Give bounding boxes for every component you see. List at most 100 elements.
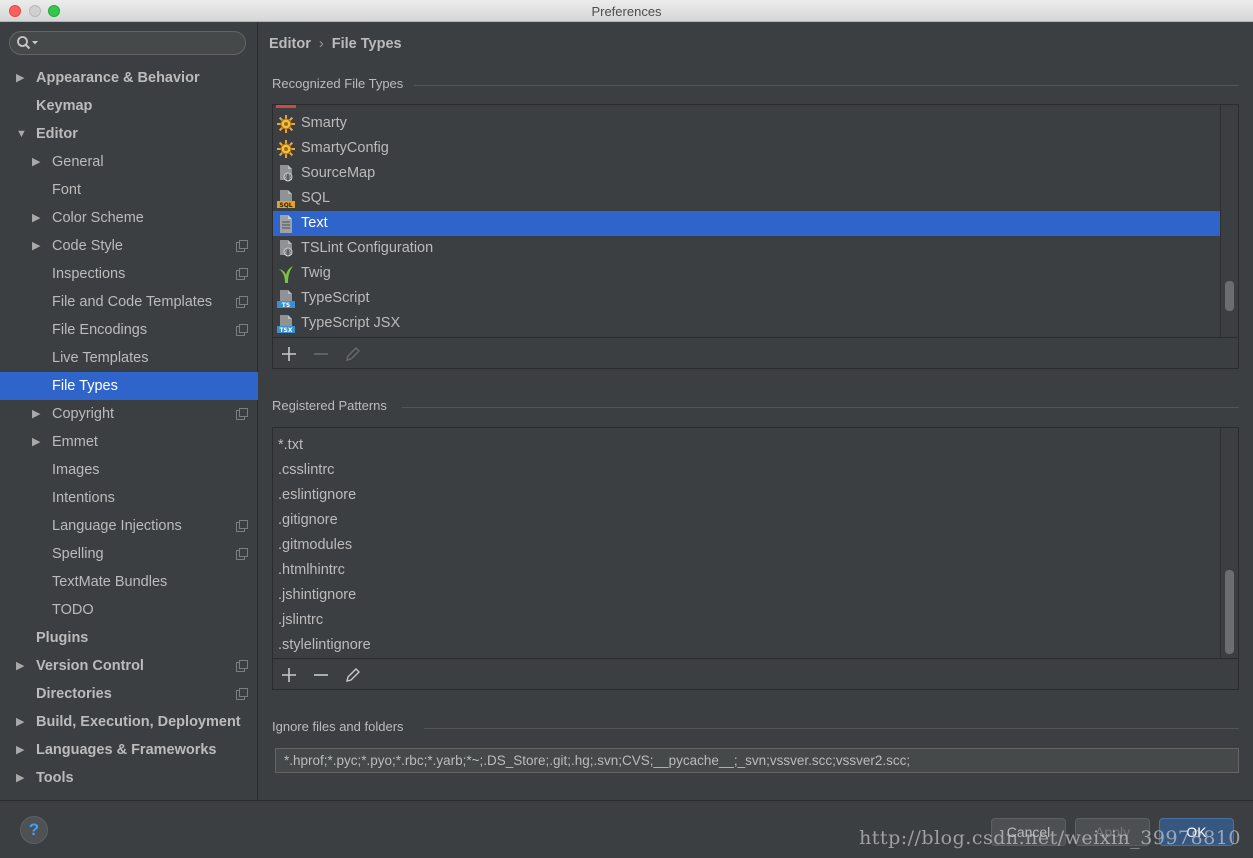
- sidebar-item-font[interactable]: Font: [0, 176, 258, 204]
- sidebar-item-images[interactable]: Images: [0, 456, 258, 484]
- sidebar-item-spelling[interactable]: Spelling: [0, 540, 258, 568]
- project-scope-icon: [236, 688, 248, 700]
- chevron-right-icon[interactable]: ▶: [32, 428, 44, 456]
- pattern-row[interactable]: .jshintignore: [273, 583, 1221, 608]
- sidebar-item-file-encodings[interactable]: File Encodings: [0, 316, 258, 344]
- pattern-row[interactable]: .gitmodules: [273, 533, 1221, 558]
- sidebar-item-appearance-behavior[interactable]: ▶ Appearance & Behavior: [0, 64, 258, 92]
- file-type-row[interactable]: Twig: [273, 261, 1221, 286]
- file-type-row[interactable]: SQL SQL: [273, 186, 1221, 211]
- breadcrumb-parent[interactable]: Editor: [269, 36, 311, 52]
- sidebar-item-textmate-bundles[interactable]: TextMate Bundles: [0, 568, 258, 596]
- chevron-right-icon[interactable]: ▶: [32, 400, 44, 428]
- sidebar-item-general[interactable]: ▶ General: [0, 148, 258, 176]
- svg-text:TSX: TSX: [279, 327, 292, 334]
- partial-file-icon: [276, 105, 296, 108]
- project-scope-icon: [236, 268, 248, 280]
- sidebar-item-live-templates[interactable]: Live Templates: [0, 344, 258, 372]
- chevron-right-icon[interactable]: ▶: [16, 736, 28, 764]
- chevron-down-icon[interactable]: ▼: [16, 120, 28, 148]
- file-types-panel: Editor › File Types Recognized File Types …: [259, 22, 1253, 800]
- pattern-row[interactable]: .eslintignore: [273, 483, 1221, 508]
- section-divider: [402, 407, 1239, 408]
- sidebar-item-build-execution-deployment[interactable]: ▶ Build, Execution, Deployment: [0, 708, 258, 736]
- sidebar-item-label: Live Templates: [52, 350, 149, 366]
- sidebar-item-label: Editor: [36, 126, 78, 142]
- sidebar-item-directories[interactable]: Directories: [0, 680, 258, 708]
- search-input[interactable]: [9, 31, 246, 55]
- file-type-row[interactable]: {} TSLint Configuration: [273, 236, 1221, 261]
- pattern-row[interactable]: .csslintrc: [273, 458, 1221, 483]
- tsx-file-icon: TSX: [277, 315, 295, 334]
- chevron-right-icon[interactable]: ▶: [32, 204, 44, 232]
- add-pattern-button[interactable]: [279, 665, 299, 685]
- breadcrumb-current: File Types: [331, 36, 402, 52]
- patterns-scrollbar[interactable]: [1220, 428, 1238, 658]
- sidebar-item-label: Build, Execution, Deployment: [36, 714, 241, 730]
- recognized-scrollbar[interactable]: [1220, 105, 1238, 337]
- chevron-right-icon[interactable]: ▶: [32, 148, 44, 176]
- pattern-label: .eslintignore: [278, 487, 357, 503]
- sidebar-item-copyright[interactable]: ▶ Copyright: [0, 400, 258, 428]
- pattern-label: .htmlhintrc: [278, 562, 345, 578]
- sidebar-item-label: Tools: [36, 770, 74, 786]
- sidebar-item-editor[interactable]: ▼ Editor: [0, 120, 258, 148]
- sidebar-item-label: General: [52, 154, 104, 170]
- project-scope-icon: [236, 520, 248, 532]
- ts-file-icon: TS: [277, 290, 295, 309]
- chevron-right-icon[interactable]: ▶: [16, 652, 28, 680]
- settings-tree: ▶ Appearance & Behavior Keymap ▼ Editor ▶ Gene…: [0, 64, 258, 792]
- pattern-row[interactable]: *.txt: [273, 433, 1221, 458]
- sidebar-item-inspections[interactable]: Inspections: [0, 260, 258, 288]
- chevron-right-icon[interactable]: ▶: [16, 764, 28, 792]
- file-type-row[interactable]: SmartyConfig: [273, 136, 1221, 161]
- pattern-row[interactable]: .htmlhintrc: [273, 558, 1221, 583]
- ignore-files-input[interactable]: *.hprof;*.pyc;*.pyo;*.rbc;*.yarb;*~;.DS_…: [275, 748, 1239, 773]
- sidebar-item-todo[interactable]: TODO: [0, 596, 258, 624]
- pattern-row[interactable]: .stylelintignore: [273, 633, 1221, 658]
- sidebar-item-label: Copyright: [52, 406, 115, 422]
- edit-file-type-button[interactable]: [343, 344, 363, 364]
- dialog-footer: ? Cancel Apply OK http://blog.csdn.net/w…: [0, 800, 1253, 858]
- project-scope-icon: [236, 240, 248, 252]
- edit-pattern-button[interactable]: [343, 665, 363, 685]
- file-type-label: Text: [301, 215, 328, 231]
- sidebar-item-file-types[interactable]: File Types: [0, 372, 258, 400]
- chevron-right-icon[interactable]: ▶: [16, 64, 28, 92]
- sidebar-item-languages-frameworks[interactable]: ▶ Languages & Frameworks: [0, 736, 258, 764]
- recognized-scroll-thumb[interactable]: [1225, 281, 1234, 311]
- sidebar-item-label: Languages & Frameworks: [36, 742, 217, 758]
- sidebar-item-language-injections[interactable]: Language Injections: [0, 512, 258, 540]
- file-type-label: SmartyConfig: [301, 140, 389, 156]
- sidebar-item-version-control[interactable]: ▶ Version Control: [0, 652, 258, 680]
- chevron-right-icon[interactable]: ▶: [16, 708, 28, 736]
- sidebar-item-tools[interactable]: ▶ Tools: [0, 764, 258, 792]
- file-type-row[interactable]: TS TypeScript: [273, 286, 1221, 311]
- file-type-row[interactable]: Smarty: [273, 111, 1221, 136]
- sidebar-item-color-scheme[interactable]: ▶ Color Scheme: [0, 204, 258, 232]
- sidebar-item-intentions[interactable]: Intentions: [0, 484, 258, 512]
- pattern-label: .jslintrc: [278, 612, 324, 628]
- pattern-label: .gitignore: [278, 512, 338, 528]
- svg-text:{}: {}: [284, 175, 292, 182]
- sidebar-item-emmet[interactable]: ▶ Emmet: [0, 428, 258, 456]
- sidebar-item-code-style[interactable]: ▶ Code Style: [0, 232, 258, 260]
- sidebar-item-file-and-code-templates[interactable]: File and Code Templates: [0, 288, 258, 316]
- file-type-row[interactable]: TSX TypeScript JSX: [273, 311, 1221, 336]
- pattern-row[interactable]: .jslintrc: [273, 608, 1221, 633]
- add-file-type-button[interactable]: [279, 344, 299, 364]
- remove-file-type-button[interactable]: [311, 344, 331, 364]
- help-button[interactable]: ?: [20, 816, 48, 844]
- sidebar-item-plugins[interactable]: Plugins: [0, 624, 258, 652]
- pattern-label: .csslintrc: [278, 462, 335, 478]
- breadcrumb: Editor › File Types: [269, 36, 402, 52]
- patterns-scroll-thumb[interactable]: [1225, 570, 1234, 654]
- file-type-row[interactable]: {} SourceMap: [273, 161, 1221, 186]
- file-type-row[interactable]: Text: [273, 211, 1221, 236]
- section-divider: [424, 728, 1239, 729]
- remove-pattern-button[interactable]: [311, 665, 331, 685]
- chevron-right-icon[interactable]: ▶: [32, 232, 44, 260]
- sidebar-item-keymap[interactable]: Keymap: [0, 92, 258, 120]
- pattern-row[interactable]: .gitignore: [273, 508, 1221, 533]
- project-scope-icon: [236, 324, 248, 336]
